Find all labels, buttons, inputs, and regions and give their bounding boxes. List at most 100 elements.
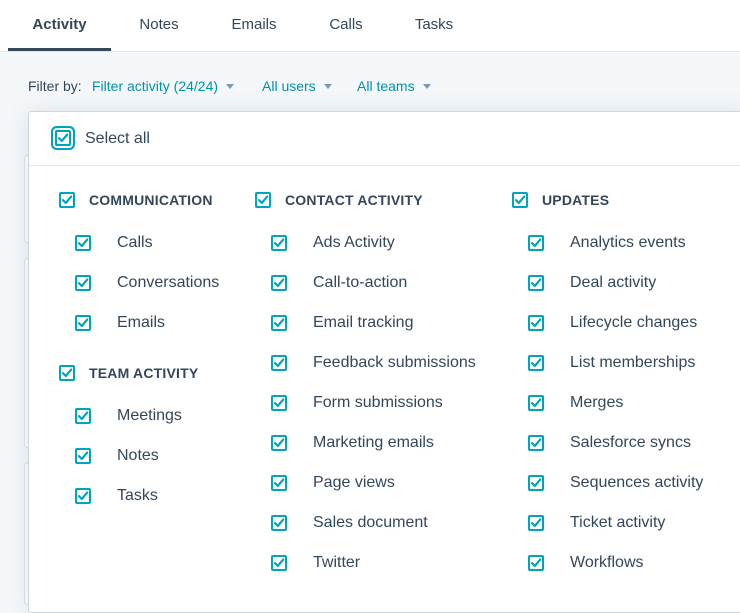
filter-checkbox-feedback-submissions[interactable] xyxy=(271,355,287,371)
filter-label-analytics-events: Analytics events xyxy=(570,234,686,251)
checkmark-icon xyxy=(257,195,269,205)
filter-label-form-submissions: Form submissions xyxy=(313,394,443,411)
filter-label-workflows: Workflows xyxy=(570,554,644,571)
category-checkbox-communication[interactable] xyxy=(59,192,75,208)
filter-checkbox-lifecycle-changes[interactable] xyxy=(528,315,544,331)
checkmark-icon xyxy=(273,518,285,528)
checkmark-icon xyxy=(273,478,285,488)
filter-checkbox-sequences-activity[interactable] xyxy=(528,475,544,491)
caret-down-icon xyxy=(323,83,332,89)
filter-checkbox-analytics-events[interactable] xyxy=(528,235,544,251)
checkmark-icon xyxy=(514,195,526,205)
filter-label-sales-document: Sales document xyxy=(313,514,428,531)
checkmark-icon xyxy=(61,368,73,378)
users-label: All users xyxy=(262,78,316,94)
checkmark-icon xyxy=(530,358,542,368)
checkmark-icon xyxy=(77,238,89,248)
category-label-contact-activity: CONTACT ACTIVITY xyxy=(285,192,423,208)
activity-filter-dropdown: Select all COMMUNICATION Calls Conversatio… xyxy=(28,111,740,613)
category-label-communication: COMMUNICATION xyxy=(89,192,213,208)
filter-label-emails: Emails xyxy=(117,314,166,331)
select-all-row: Select all xyxy=(29,112,740,166)
filter-checkbox-page-views[interactable] xyxy=(271,475,287,491)
filter-label-marketing-emails: Marketing emails xyxy=(313,434,434,451)
filter-checkbox-sales-document[interactable] xyxy=(271,515,287,531)
checkmark-icon xyxy=(77,411,89,421)
filter-checkbox-list-memberships[interactable] xyxy=(528,355,544,371)
category-label-updates: UPDATES xyxy=(542,192,610,208)
checkmark-icon xyxy=(77,318,89,328)
checkmark-icon xyxy=(530,278,542,288)
filter-label-feedback-submissions: Feedback submissions xyxy=(313,354,476,371)
tab-notes[interactable]: Notes xyxy=(126,0,192,50)
filter-by-label: Filter by: xyxy=(28,78,82,94)
filter-label-calls: Calls xyxy=(117,234,153,251)
caret-down-icon xyxy=(226,83,235,89)
filter-checkbox-deal-activity[interactable] xyxy=(528,275,544,291)
users-dropdown[interactable]: All users xyxy=(262,78,332,94)
filter-label-conversations: Conversations xyxy=(117,274,220,291)
filter-label-email-tracking: Email tracking xyxy=(313,314,414,331)
filter-label-salesforce-syncs: Salesforce syncs xyxy=(570,434,691,451)
filter-checkbox-marketing-emails[interactable] xyxy=(271,435,287,451)
tab-emails[interactable]: Emails xyxy=(222,0,286,50)
checkmark-icon xyxy=(530,318,542,328)
filter-checkbox-notes[interactable] xyxy=(75,448,91,464)
category-label-team-activity: TEAM ACTIVITY xyxy=(89,365,199,381)
checkmark-icon xyxy=(273,358,285,368)
checkmark-icon xyxy=(77,491,89,501)
filter-checkbox-twitter[interactable] xyxy=(271,555,287,571)
checkmark-icon xyxy=(273,438,285,448)
filter-checkbox-tasks[interactable] xyxy=(75,488,91,504)
checkmark-icon xyxy=(57,133,69,143)
filter-label-twitter: Twitter xyxy=(313,554,361,571)
tab-tasks[interactable]: Tasks xyxy=(404,0,464,50)
caret-down-icon xyxy=(422,83,431,89)
filter-activity-label: Filter activity (24/24) xyxy=(92,78,219,94)
category-checkbox-updates[interactable] xyxy=(512,192,528,208)
checkmark-icon xyxy=(530,238,542,248)
filter-activity-dropdown[interactable]: Filter activity (24/24) xyxy=(92,78,235,94)
filter-checkbox-salesforce-syncs[interactable] xyxy=(528,435,544,451)
filter-label-meetings: Meetings xyxy=(117,407,182,424)
select-all-checkbox[interactable] xyxy=(55,130,71,146)
tab-bar: Activity Notes Emails Calls Tasks xyxy=(0,0,740,52)
checkmark-icon xyxy=(530,438,542,448)
filter-checkbox-form-submissions[interactable] xyxy=(271,395,287,411)
filter-label-page-views: Page views xyxy=(313,474,395,491)
filter-label-tasks: Tasks xyxy=(117,487,158,504)
filter-checkbox-meetings[interactable] xyxy=(75,408,91,424)
category-checkbox-team-activity[interactable] xyxy=(59,365,75,381)
filter-label-call-to-action: Call-to-action xyxy=(313,274,408,291)
checkmark-icon xyxy=(530,518,542,528)
tab-activity[interactable]: Activity xyxy=(8,0,111,51)
checkmark-icon xyxy=(273,558,285,568)
filter-checkbox-workflows[interactable] xyxy=(528,555,544,571)
checkmark-icon xyxy=(273,238,285,248)
filter-checkbox-merges[interactable] xyxy=(528,395,544,411)
filter-label-notes: Notes xyxy=(117,447,159,464)
category-checkbox-contact-activity[interactable] xyxy=(255,192,271,208)
teams-label: All teams xyxy=(357,78,415,94)
checkmark-icon xyxy=(273,318,285,328)
checkmark-icon xyxy=(77,278,89,288)
filter-checkbox-ads-activity[interactable] xyxy=(271,235,287,251)
filter-checkbox-conversations[interactable] xyxy=(75,275,91,291)
checkmark-icon xyxy=(61,195,73,205)
teams-dropdown[interactable]: All teams xyxy=(357,78,431,94)
filter-checkbox-call-to-action[interactable] xyxy=(271,275,287,291)
select-all-label: Select all xyxy=(85,130,150,147)
tab-calls[interactable]: Calls xyxy=(318,0,374,50)
checkmark-icon xyxy=(273,278,285,288)
filter-checkbox-calls[interactable] xyxy=(75,235,91,251)
checkmark-icon xyxy=(530,398,542,408)
filter-checkbox-emails[interactable] xyxy=(75,315,91,331)
filter-label-ticket-activity: Ticket activity xyxy=(570,514,666,531)
filter-checkbox-ticket-activity[interactable] xyxy=(528,515,544,531)
filter-label-lifecycle-changes: Lifecycle changes xyxy=(570,314,698,331)
filter-checkbox-email-tracking[interactable] xyxy=(271,315,287,331)
filter-label-merges: Merges xyxy=(570,394,624,411)
checkmark-icon xyxy=(530,558,542,568)
filter-label-deal-activity: Deal activity xyxy=(570,274,657,291)
filter-label-list-memberships: List memberships xyxy=(570,354,696,371)
